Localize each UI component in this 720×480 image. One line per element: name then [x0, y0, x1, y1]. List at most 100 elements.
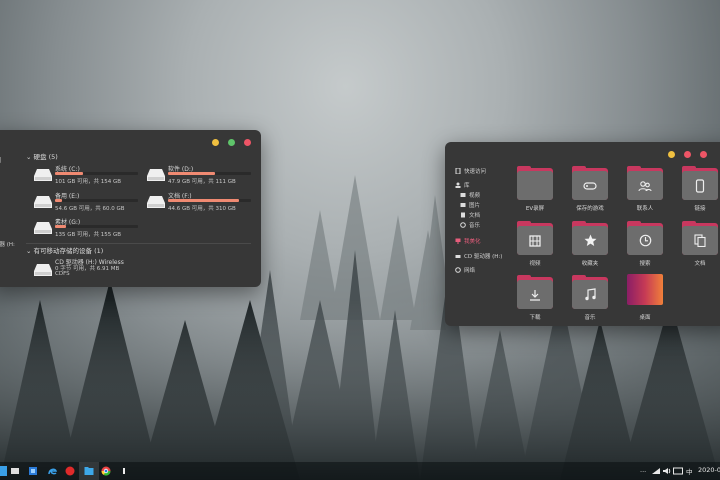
picture-icon	[460, 203, 466, 207]
keyboard-icon[interactable]	[673, 466, 683, 476]
clock[interactable]: 2020-0	[698, 466, 720, 474]
cd-icon	[455, 255, 461, 258]
computer-icon	[455, 238, 461, 244]
folder-label: 下载	[529, 315, 541, 321]
nav-label: 图片	[469, 203, 481, 209]
chevron-down-icon: ⌄	[26, 247, 32, 255]
folder-links[interactable]: 链接	[682, 166, 718, 216]
terminal-icon[interactable]	[119, 466, 129, 476]
nav-library[interactable]: 库	[455, 181, 470, 189]
cd-drive-icon	[34, 264, 52, 276]
drive-size: 54.6 GB 可用，共 60.0 GB	[55, 206, 125, 212]
file-explorer-window: 快速访问 库 视频 图片 文档 音乐 我美化 CD 驱动器 (H:) 网络 EV…	[445, 142, 720, 326]
close-button[interactable]	[700, 151, 707, 158]
drive-g[interactable]: 素材 (G:) 135 GB 可用，共 155 GB	[34, 217, 144, 241]
library-icon	[455, 182, 461, 188]
maximize-button[interactable]	[684, 151, 691, 158]
folder-ev-recording[interactable]: EV录屏	[517, 166, 553, 216]
folder-contacts[interactable]: 联系人	[627, 166, 663, 216]
document-icon	[461, 212, 465, 218]
divider	[26, 243, 251, 244]
folder-downloads[interactable]: 下载	[517, 275, 553, 325]
window-controls	[212, 139, 251, 146]
drive-size: 101 GB 可用，共 154 GB	[55, 179, 122, 185]
desktop-icon	[627, 274, 663, 305]
nav-this-pc[interactable]: 我美化	[455, 237, 481, 245]
folder-videos[interactable]: 视频	[517, 221, 553, 271]
taskbar: ... 中 2020-0	[0, 462, 720, 480]
usage-fill	[55, 172, 84, 175]
folder-saved-games[interactable]: 保存的游戏	[572, 166, 608, 216]
start-icon[interactable]	[0, 466, 7, 476]
folder-documents[interactable]: 文档	[682, 221, 718, 271]
usage-bar	[55, 225, 138, 228]
drive-e[interactable]: 备用 (E:) 54.6 GB 可用，共 60.0 GB	[34, 191, 144, 215]
nav-label: 快速访问	[464, 169, 487, 175]
edge-icon[interactable]	[47, 466, 57, 476]
nav-picture[interactable]: 图片	[460, 201, 480, 209]
folder-icon	[517, 280, 553, 309]
removable-header-label: 有可移动存储的设备 (1)	[33, 247, 104, 255]
nav-music[interactable]: 音乐	[460, 221, 480, 229]
nav-network[interactable]: 网络	[455, 266, 475, 274]
hard-drive-icon	[147, 169, 165, 181]
folder-icon	[517, 171, 553, 200]
folder-icon	[682, 226, 718, 255]
removable-section-header[interactable]: ⌄ 有可移动存储的设备 (1)	[26, 245, 103, 255]
usage-bar	[55, 199, 138, 202]
disks-header-label: 硬盘 (5)	[33, 153, 58, 161]
nav-video[interactable]: 视频	[460, 191, 480, 199]
drive-f[interactable]: 文档 (F:) 44.6 GB 可用，共 310 GB	[147, 191, 257, 215]
this-pc-window: 问 ▪ 动器 (H: ⌄ 硬盘 (5) 系统 (C:) 101 GB 可用，共 …	[0, 130, 261, 287]
nav-item-cd-partial[interactable]: 动器 (H:	[0, 240, 15, 248]
folder-desktop[interactable]: 桌面	[627, 274, 663, 325]
nav-label: 文档	[469, 213, 481, 219]
nav-label: 库	[464, 183, 470, 189]
hard-drive-icon	[34, 196, 52, 208]
usage-bar	[168, 199, 251, 202]
folder-label: 收藏夹	[581, 261, 599, 267]
usage-fill	[55, 199, 63, 202]
folder-favorites[interactable]: 收藏夹	[572, 221, 608, 271]
folder-label: 音乐	[584, 315, 596, 321]
hard-drive-icon	[34, 169, 52, 181]
drive-c[interactable]: 系统 (C:) 101 GB 可用，共 154 GB	[34, 164, 144, 188]
gamepad-icon	[583, 181, 597, 190]
usage-bar	[168, 172, 251, 175]
folder-searches[interactable]: 搜索	[627, 221, 663, 271]
close-button[interactable]	[244, 139, 251, 146]
store-icon[interactable]	[28, 466, 38, 476]
folder-label: 联系人	[636, 206, 654, 212]
music-icon	[460, 222, 466, 228]
nav-label: 网络	[464, 268, 476, 274]
folder-music[interactable]: 音乐	[572, 275, 608, 325]
volume-icon[interactable]	[662, 466, 672, 476]
usage-bar	[55, 172, 138, 175]
drive-d[interactable]: 软件 (D:) 47.9 GB 可用，共 111 GB	[147, 164, 257, 188]
hard-drive-icon	[147, 196, 165, 208]
nav-cd-drive[interactable]: CD 驱动器 (H:)	[455, 252, 502, 260]
maximize-button[interactable]	[228, 139, 235, 146]
nav-quick-access[interactable]: 快速访问	[455, 167, 486, 175]
disks-section-header[interactable]: ⌄ 硬盘 (5)	[26, 151, 58, 161]
drive-cd[interactable]: CD 驱动器 (H:) Wireless 0 字节 可用，共 6.91 MB C…	[34, 257, 164, 283]
folder-label: EV录屏	[525, 206, 545, 212]
ime-indicator[interactable]: 中	[686, 466, 693, 476]
tray-more[interactable]: ...	[640, 466, 646, 474]
nav-item-partial[interactable]: 问	[0, 156, 2, 164]
minimize-button[interactable]	[212, 139, 219, 146]
link-icon	[695, 178, 705, 193]
chrome-icon[interactable]	[101, 466, 111, 476]
folder-icon[interactable]	[84, 466, 94, 476]
folder-icon	[627, 171, 663, 200]
window-controls	[668, 151, 707, 158]
folder-icon	[517, 226, 553, 255]
minimize-button[interactable]	[668, 151, 675, 158]
nav-document[interactable]: 文档	[460, 211, 480, 219]
explorer-icon[interactable]	[10, 466, 20, 476]
netease-music-icon[interactable]	[65, 466, 75, 476]
drive-size: 135 GB 可用，共 155 GB	[55, 232, 122, 238]
nav-label: 我美化	[464, 239, 481, 245]
folder-label: 保存的游戏	[576, 206, 604, 212]
notification-icon[interactable]	[651, 466, 661, 476]
